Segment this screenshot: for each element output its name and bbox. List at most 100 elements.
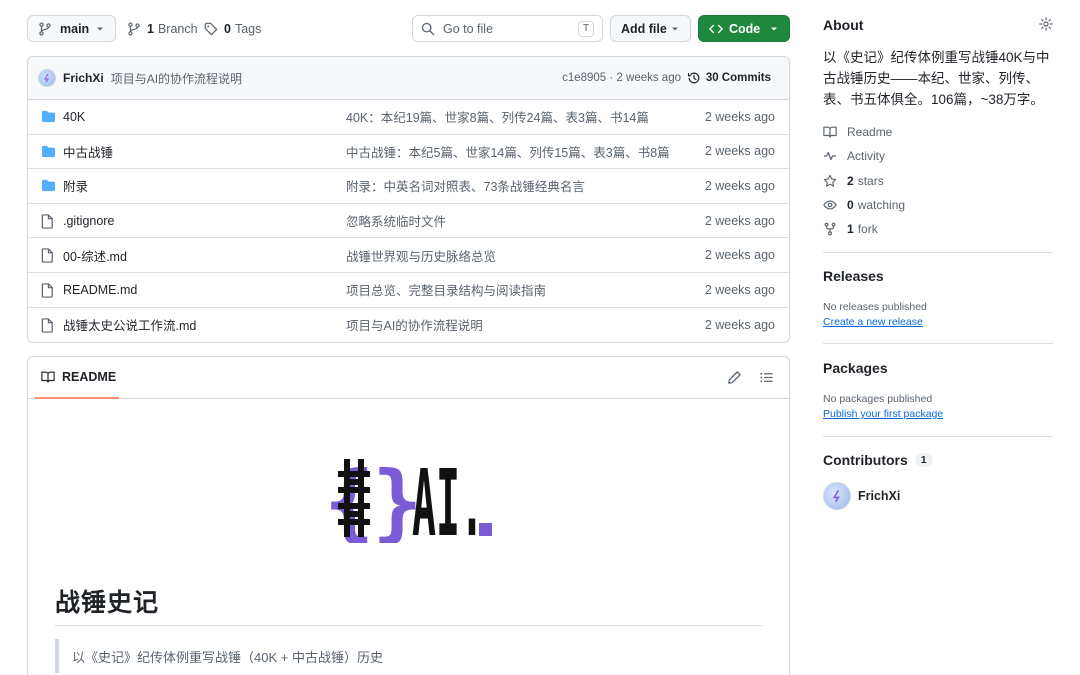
activity-link[interactable]: Activity (823, 148, 885, 164)
file-icon (41, 283, 53, 298)
readme-header: README (28, 357, 789, 399)
file-row[interactable]: 00-综述.md 战锤世界观与历史脉络总览 2 weeks ago (28, 238, 789, 273)
file-commit-message[interactable]: 40K：本纪19篇、世家8篇、列传24篇、表3篇、书14篇 (346, 107, 649, 126)
file-date: 2 weeks ago (704, 144, 775, 159)
file-row[interactable]: 40K 40K：本纪19篇、世家8篇、列传24篇、表3篇、书14篇 2 week… (28, 100, 789, 135)
packages-title-text: Packages (823, 360, 888, 376)
avatar[interactable] (823, 482, 851, 510)
add-file-label: Add file (621, 21, 667, 36)
file-date: 2 weeks ago (704, 248, 775, 263)
chevron-down-icon (771, 27, 777, 30)
file-name[interactable]: 战锤太史公说工作流.md (63, 315, 196, 334)
branches-link[interactable]: 1 Branch (127, 15, 198, 42)
file-list: FrichXi 项目与AI的协作流程说明 c1e8905 · 2 weeks a… (27, 56, 790, 343)
readme-link-label: Readme (847, 125, 893, 139)
file-commit-message[interactable]: 项目总览、完整目录结构与阅读指南 (346, 280, 546, 299)
commits-link[interactable]: 30 Commits (687, 71, 771, 85)
file-commit-message[interactable]: 项目与AI的协作流程说明 (346, 315, 483, 334)
commit-hash-time[interactable]: c1e8905 · 2 weeks ago (562, 72, 681, 84)
file-row[interactable]: 中古战锤 中古战锤：本纪5篇、世家14篇、列传15篇、表3篇、书8篇 2 wee… (28, 135, 789, 170)
create-release-link[interactable]: Create a new release (823, 316, 923, 328)
file-date: 2 weeks ago (704, 213, 775, 228)
tags-label: Tags (234, 21, 262, 36)
file-row[interactable]: 战锤太史公说工作流.md 项目与AI的协作流程说明 2 weeks ago (28, 308, 789, 342)
tags-link[interactable]: 0 Tags (204, 15, 261, 42)
watching-link[interactable]: 0 watching (823, 197, 905, 213)
file-row[interactable]: .gitignore 忽略系统临时文件 2 weeks ago (28, 204, 789, 239)
tags-count: 0 (224, 21, 231, 36)
releases-title[interactable]: Releases (823, 268, 884, 284)
file-icon (41, 317, 53, 333)
folder-icon (42, 180, 55, 192)
activity-label: Activity (847, 149, 886, 163)
commit-author[interactable]: FrichXi (63, 71, 104, 85)
file-name[interactable]: 40K (63, 110, 85, 124)
watching-count: 0 (847, 198, 854, 212)
readme-heading: 战锤史记 (55, 589, 160, 617)
about-title: About (823, 17, 864, 33)
tab-readme[interactable]: README (35, 357, 119, 399)
file-date: 2 weeks ago (704, 109, 775, 124)
file-commit-message[interactable]: 附录：中英名词对照表、73条战锤经典名言 (346, 176, 585, 195)
pulse-icon (823, 151, 837, 161)
stars-link[interactable]: 2 stars (823, 173, 884, 189)
book-icon (823, 126, 837, 138)
file-icon (41, 248, 53, 264)
file-name[interactable]: .gitignore (63, 214, 114, 228)
file-date: 2 weeks ago (704, 282, 775, 297)
avatar[interactable] (38, 69, 56, 87)
file-name[interactable]: 附录 (63, 176, 88, 195)
branches-count: 1 (147, 21, 154, 36)
file-date: 2 weeks ago (704, 317, 775, 332)
packages-empty-text: No packages published (823, 393, 933, 405)
file-date: 2 weeks ago (704, 178, 775, 193)
shortcut-key: T (578, 20, 594, 37)
code-label: Code (729, 21, 761, 36)
stars-count: 2 (847, 174, 854, 188)
file-name[interactable]: 00-综述.md (63, 246, 127, 265)
sidebar-divider (823, 343, 1053, 344)
chevron-down-icon (97, 27, 103, 30)
file-commit-message[interactable]: 忽略系统临时文件 (346, 211, 446, 230)
stars-label: stars (857, 174, 884, 188)
about-description: 以《史记》纪传体例重写战锤40K与中古战锤历史——本纪、世家、列传、表、书五体俱… (823, 50, 1050, 107)
contributors-title[interactable]: Contributors 1 (823, 452, 933, 468)
branch-select-button[interactable]: main (27, 15, 116, 42)
readme-tab-label: README (62, 370, 117, 384)
search-icon (421, 22, 435, 35)
readme-blockquote: 以《史记》纪传体例重写战锤（40K + 中古战锤）历史 (55, 639, 383, 673)
branch-name: main (60, 21, 90, 36)
heading-divider (55, 625, 762, 626)
commit-message[interactable]: 项目与AI的协作流程说明 (111, 70, 242, 87)
contributor-item[interactable]: FrichXi (823, 482, 900, 510)
file-name[interactable]: 中古战锤 (63, 142, 113, 161)
book-icon (41, 371, 55, 383)
go-to-file-input[interactable]: Go to file T (412, 15, 603, 42)
branches-label: Branch (157, 21, 198, 36)
code-button[interactable]: Code (698, 15, 790, 42)
publish-package-link[interactable]: Publish your first package (823, 408, 943, 420)
packages-title[interactable]: Packages (823, 360, 888, 376)
pencil-icon[interactable] (727, 370, 742, 385)
logo-badge-icon (479, 523, 492, 536)
readme-link[interactable]: Readme (823, 124, 892, 140)
tag-icon (204, 22, 218, 35)
contributors-count-badge: 1 (914, 453, 933, 467)
list-unordered-icon[interactable] (759, 370, 774, 385)
forks-label: fork (857, 222, 878, 236)
latest-commit-bar: FrichXi 项目与AI的协作流程说明 c1e8905 · 2 weeks a… (28, 57, 789, 100)
forks-link[interactable]: 1 fork (823, 221, 878, 237)
search-placeholder: Go to file (443, 21, 494, 36)
file-row[interactable]: 附录 附录：中英名词对照表、73条战锤经典名言 2 weeks ago (28, 169, 789, 204)
add-file-button[interactable]: Add file (610, 15, 691, 42)
file-commit-message[interactable]: 中古战锤：本纪5篇、世家14篇、列传15篇、表3篇、书8篇 (346, 142, 670, 161)
code-icon (709, 24, 723, 33)
file-name[interactable]: README.md (63, 283, 137, 297)
logo-ai-text: AI. (412, 453, 484, 543)
gear-icon[interactable] (1039, 17, 1053, 31)
file-row[interactable]: README.md 项目总览、完整目录结构与阅读指南 2 weeks ago (28, 273, 789, 308)
eye-icon (823, 200, 837, 210)
file-commit-message[interactable]: 战锤世界观与历史脉络总览 (346, 246, 496, 265)
project-logo: { } AI. (324, 453, 492, 543)
repo-forked-icon (824, 222, 836, 236)
